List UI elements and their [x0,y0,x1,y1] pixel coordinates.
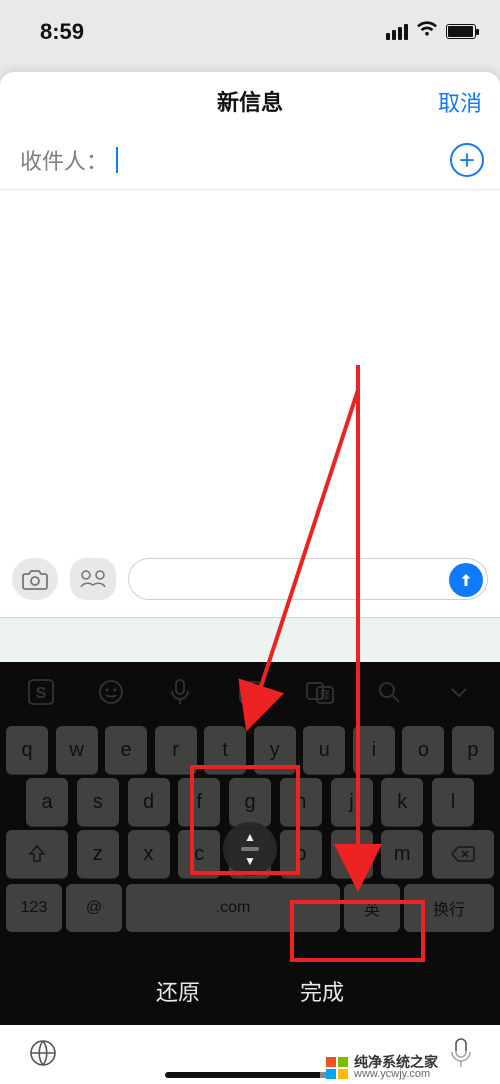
annotation-box-done [290,900,425,962]
cell-signal-icon [386,24,408,40]
recipient-label: 收件人： [20,144,108,176]
wifi-icon [416,21,438,42]
compose-toolbar [0,546,500,614]
battery-icon [446,24,476,39]
home-indicator[interactable] [165,1072,335,1078]
camera-icon [22,568,48,590]
plus-icon [458,151,476,169]
kb-done-button[interactable]: 完成 [300,975,344,1007]
watermark: 纯净系统之家 www.ycwjy.com [320,1051,500,1084]
arrow-up-icon [457,571,475,589]
camera-button[interactable] [12,558,58,600]
annotation-box-handle [190,765,300,875]
cancel-button[interactable]: 取消 [438,86,482,118]
globe-icon[interactable] [28,1038,58,1073]
compose-navbar: 新信息 取消 [0,72,500,130]
recipient-input[interactable] [114,146,450,173]
kb-reset-button[interactable]: 还原 [156,975,200,1007]
page-title: 新信息 [217,85,283,117]
status-bar: 8:59 [0,0,500,55]
recipient-row: 收件人： [0,130,500,190]
keyboard-accessory [0,617,500,662]
message-input[interactable] [128,558,488,600]
watermark-url: www.ycwjy.com [354,1069,438,1080]
watermark-title: 纯净系统之家 [354,1055,438,1069]
status-right [386,21,476,42]
send-button[interactable] [449,563,483,597]
add-recipient-button[interactable] [450,143,484,177]
clock: 8:59 [40,19,84,45]
watermark-logo-icon [326,1057,348,1079]
apps-icon [79,568,107,590]
apps-button[interactable] [70,558,116,600]
